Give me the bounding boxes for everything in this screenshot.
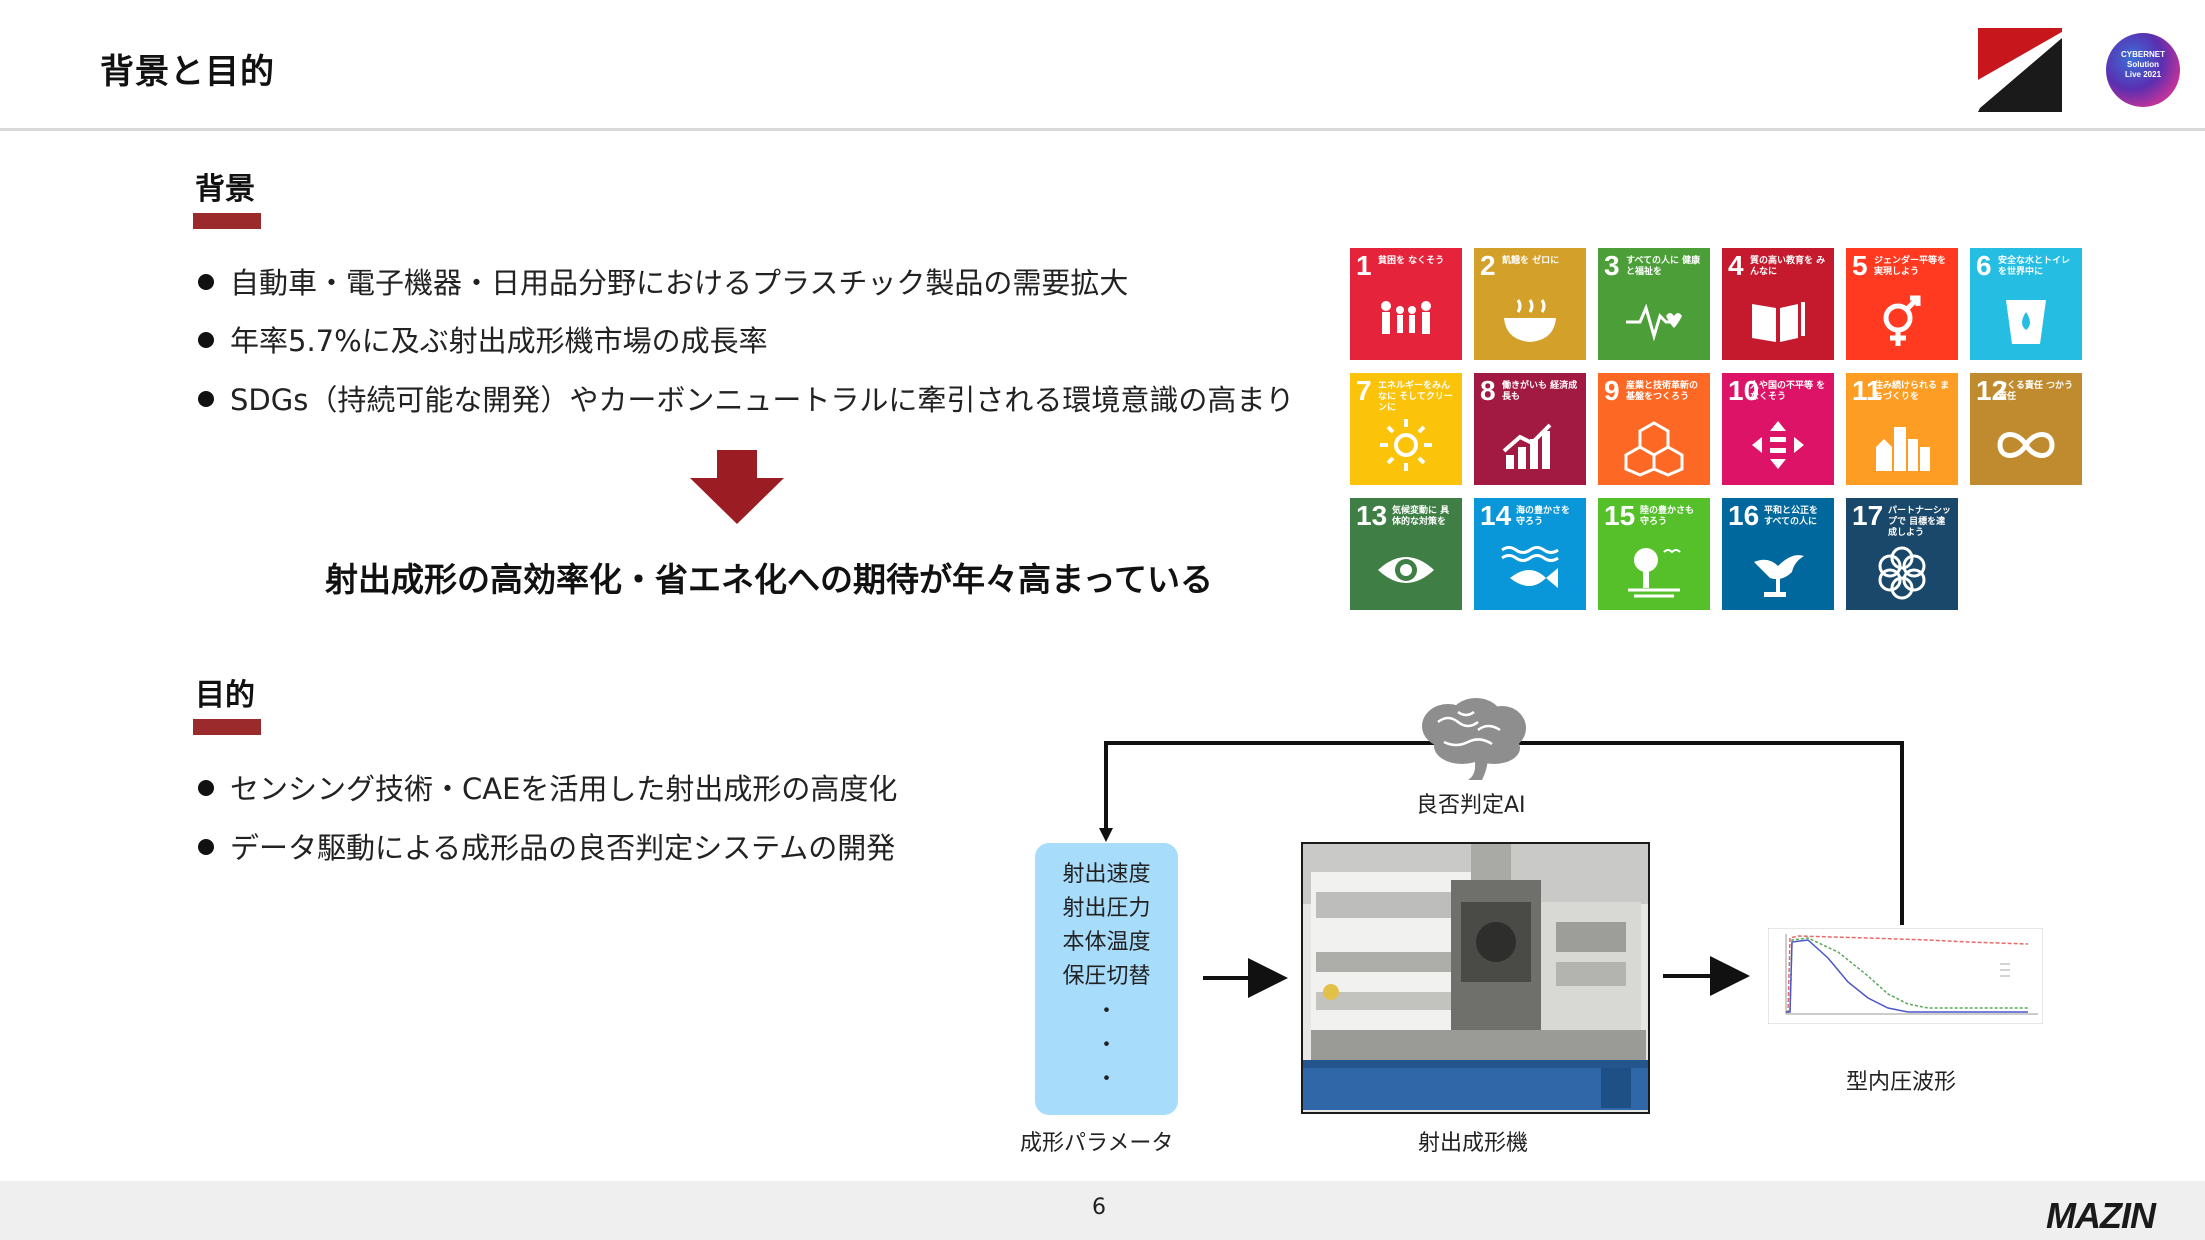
param-ellipsis-1: ・ <box>1095 999 1118 1024</box>
param-holding-switch: 保圧切替 <box>1062 964 1151 989</box>
page-number: 6 <box>1092 1195 1106 1220</box>
waveform-caption: 型内圧波形 <box>1846 1070 1957 1095</box>
injection-molding-machine-image <box>1301 842 1650 1114</box>
brain-icon <box>1422 698 1526 780</box>
machine-caption: 射出成形機 <box>1418 1131 1529 1156</box>
param-injection-speed: 射出速度 <box>1062 862 1151 887</box>
footer-brand-logo: MAZIN <box>2046 1195 2156 1236</box>
parameters-box: 射出速度 射出圧力 本体温度 保圧切替 ・ ・ ・ <box>1035 843 1178 1115</box>
param-body-temperature: 本体温度 <box>1062 930 1151 955</box>
param-ellipsis-2: ・ <box>1095 1033 1118 1058</box>
param-injection-pressure: 射出圧力 <box>1062 896 1151 921</box>
cavity-pressure-waveform-plot <box>1768 928 2043 1024</box>
param-ellipsis-3: ・ <box>1095 1067 1118 1092</box>
feedback-arrowhead <box>1099 828 1113 842</box>
parameters-caption: 成形パラメータ <box>1020 1131 1174 1156</box>
ai-caption: 良否判定AI <box>1416 793 1526 818</box>
